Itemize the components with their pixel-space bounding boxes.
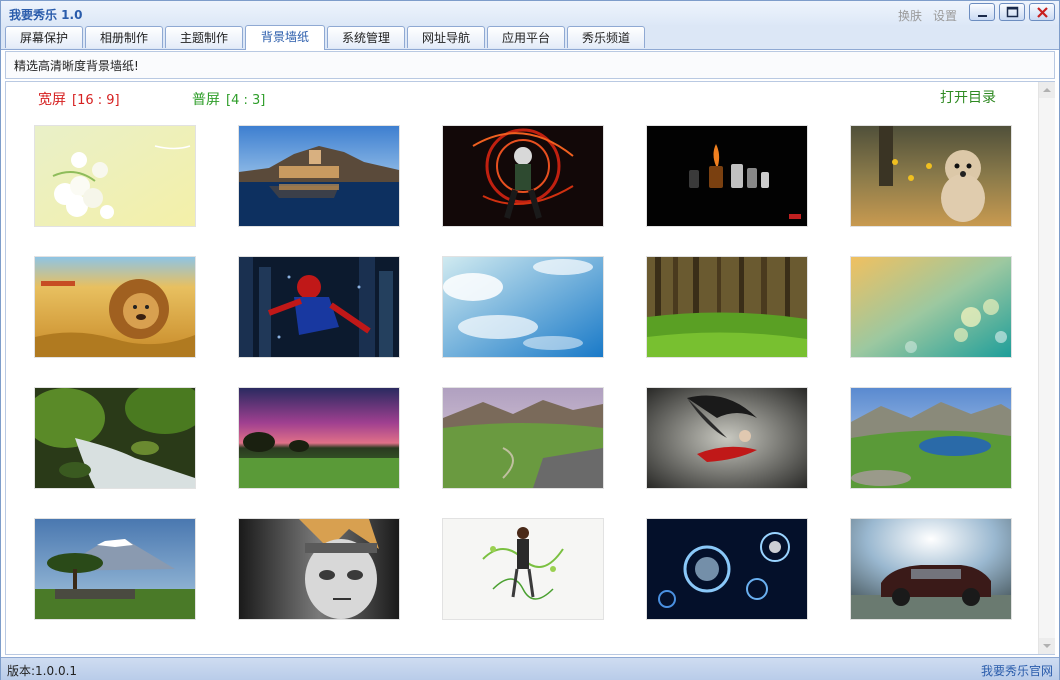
official-site-link[interactable]: 我要秀乐官网 xyxy=(981,662,1053,679)
vertical-scrollbar[interactable] xyxy=(1038,82,1055,654)
spider-hero-thumbnail xyxy=(239,257,399,357)
tab-album[interactable]: 相册制作 xyxy=(85,26,163,48)
tab-bar: 屏幕保护 相册制作 主题制作 背景墙纸 系统管理 网址导航 应用平台 秀乐频道 xyxy=(1,25,1059,50)
wallpaper-thumb-dark-angel[interactable] xyxy=(647,388,807,488)
tab-system[interactable]: 系统管理 xyxy=(327,26,405,48)
bokeh-thumbnail xyxy=(851,257,1011,357)
mountain-lake-thumbnail xyxy=(851,388,1011,488)
sunset-thumbnail xyxy=(239,388,399,488)
wallpaper-thumb-blue-circles[interactable] xyxy=(647,519,807,619)
normalscreen-label: 普屏 xyxy=(192,92,220,108)
tab-apps[interactable]: 应用平台 xyxy=(487,26,565,48)
tab-wallpaper[interactable]: 背景墙纸 xyxy=(245,25,325,50)
forest-thumbnail xyxy=(647,257,807,357)
sky-clouds-thumbnail xyxy=(443,257,603,357)
wallpaper-thumb-mountain-lake[interactable] xyxy=(851,388,1011,488)
wallpaper-thumb-stream[interactable] xyxy=(35,388,195,488)
maximize-button[interactable] xyxy=(999,3,1025,21)
floral-girl-thumbnail xyxy=(443,519,603,619)
tab-web-nav[interactable]: 网址导航 xyxy=(407,26,485,48)
tab-channel[interactable]: 秀乐频道 xyxy=(567,26,645,48)
scroll-up-button[interactable] xyxy=(1039,82,1055,98)
dark-angel-thumbnail xyxy=(647,388,807,488)
info-bar: 精选高清晰度背景墙纸! xyxy=(5,51,1055,79)
widescreen-ratio: [16 : 9] xyxy=(72,93,120,108)
stream-thumbnail xyxy=(35,388,195,488)
wallpaper-thumb-floral-girl[interactable] xyxy=(443,519,603,619)
anime-face-thumbnail xyxy=(239,519,399,619)
puppy-thumbnail xyxy=(851,126,1011,226)
wallpaper-thumb-perfume[interactable] xyxy=(647,126,807,226)
widescreen-filter[interactable]: 宽屏 [16 : 9] xyxy=(38,89,120,109)
minimize-icon xyxy=(978,15,987,17)
wallpaper-thumb-anime-face[interactable] xyxy=(239,519,399,619)
wallpaper-thumb-sky-clouds[interactable] xyxy=(443,257,603,357)
wallpaper-thumb-coastal-town[interactable] xyxy=(239,126,399,226)
open-directory-link[interactable]: 打开目录 xyxy=(940,87,996,107)
wallpaper-thumb-lion[interactable] xyxy=(35,257,195,357)
valley-thumbnail xyxy=(443,388,603,488)
wallpaper-thumb-puppy[interactable] xyxy=(851,126,1011,226)
maximize-icon xyxy=(1006,6,1019,18)
tab-screensaver[interactable]: 屏幕保护 xyxy=(5,26,83,48)
blue-circles-thumbnail xyxy=(647,519,807,619)
title-bar[interactable]: 我要秀乐 1.0 换肤 设置 xyxy=(1,1,1059,25)
wallpaper-thumb-valley[interactable] xyxy=(443,388,603,488)
wallpaper-thumb-sunset[interactable] xyxy=(239,388,399,488)
scroll-down-button[interactable] xyxy=(1039,638,1055,654)
version-label: 版本:1.0.0.1 xyxy=(7,664,78,678)
roses-thumbnail xyxy=(35,126,195,226)
settings-link[interactable]: 设置 xyxy=(933,7,957,24)
wallpaper-thumb-forest[interactable] xyxy=(647,257,807,357)
arrow-up-icon xyxy=(1043,88,1051,92)
wallpaper-thumb-ninja[interactable] xyxy=(443,126,603,226)
tab-theme[interactable]: 主题制作 xyxy=(165,26,243,48)
arrow-down-icon xyxy=(1043,644,1051,648)
widescreen-label: 宽屏 xyxy=(38,92,66,108)
wallpaper-grid xyxy=(35,126,1015,626)
coastal-town-thumbnail xyxy=(239,126,399,226)
ninja-thumbnail xyxy=(443,126,603,226)
minimize-button[interactable] xyxy=(969,3,995,21)
wallpaper-panel: 宽屏 [16 : 9] 普屏 [4 : 3] 打开目录 xyxy=(5,81,1055,655)
wallpaper-thumb-spider-hero[interactable] xyxy=(239,257,399,357)
perfume-thumbnail xyxy=(647,126,807,226)
wallpaper-thumb-car[interactable] xyxy=(851,519,1011,619)
status-bar: 版本:1.0.0.1 我要秀乐官网 xyxy=(1,657,1059,680)
app-window: 我要秀乐 1.0 换肤 设置 屏幕保护 相册制作 主题制作 背景墙纸 系统管理 … xyxy=(0,0,1060,680)
savanna-thumbnail xyxy=(35,519,195,619)
close-button[interactable] xyxy=(1029,3,1055,21)
wallpaper-thumb-bokeh[interactable] xyxy=(851,257,1011,357)
car-thumbnail xyxy=(851,519,1011,619)
close-icon xyxy=(1037,7,1048,18)
skin-link[interactable]: 换肤 xyxy=(898,7,922,24)
wallpaper-thumb-roses[interactable] xyxy=(35,126,195,226)
app-title: 我要秀乐 1.0 xyxy=(9,8,83,22)
normalscreen-filter[interactable]: 普屏 [4 : 3] xyxy=(192,89,265,109)
lion-thumbnail xyxy=(35,257,195,357)
wallpaper-thumb-savanna[interactable] xyxy=(35,519,195,619)
normalscreen-ratio: [4 : 3] xyxy=(226,93,266,108)
